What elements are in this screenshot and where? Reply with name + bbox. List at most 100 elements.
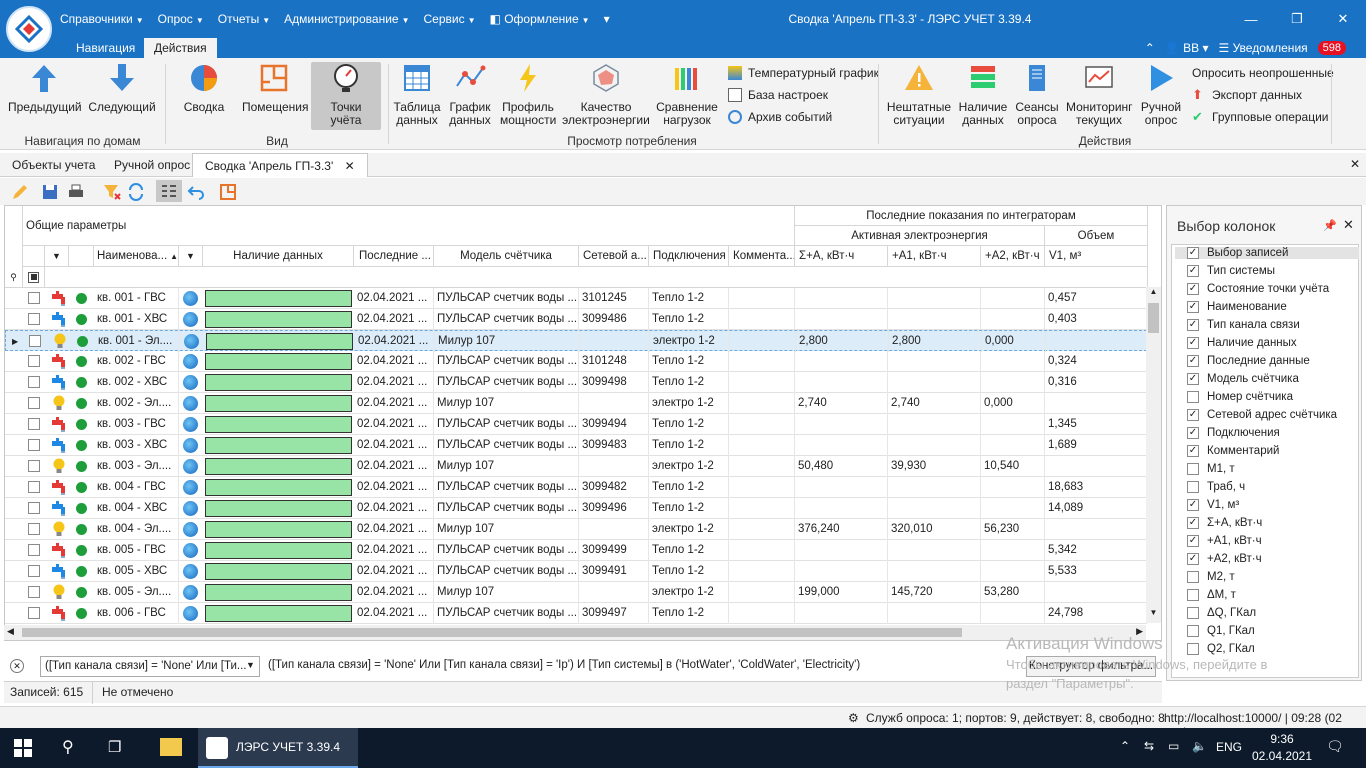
row-checkbox[interactable] [28,502,40,514]
column-checkbox[interactable] [1187,607,1199,619]
row-checkbox[interactable] [28,565,40,577]
menu-poll[interactable]: Опрос ▼ [158,12,204,26]
table-row[interactable]: кв. 006 - ГВС 02.04.2021 ... ПУЛЬСАР счетч… [5,603,1147,624]
availability-button[interactable]: Наличие данных [956,62,1010,127]
col-comment-header[interactable]: Коммента... [729,246,795,267]
row-checkbox[interactable] [28,481,40,493]
column-checkbox[interactable]: ✓ [1187,445,1199,457]
network-icon[interactable]: ▭ [1168,739,1179,753]
column-checkbox[interactable] [1187,391,1199,403]
edit-icon[interactable] [10,182,30,202]
windows-start-icon[interactable] [14,739,32,757]
dropdown-arrow-icon[interactable]: ▼ [246,660,255,670]
power-profile-button[interactable]: Профиль мощности [500,62,556,127]
column-option[interactable]: ✓ Тип канала связи [1187,319,1300,331]
column-checkbox[interactable]: ✓ [1187,265,1199,277]
column-option[interactable]: M1, т [1187,463,1235,475]
column-checkbox[interactable]: ✓ [1187,373,1199,385]
points-button[interactable]: Точки учёта [311,62,381,130]
table-row[interactable]: кв. 003 - ХВС 02.04.2021 ... ПУЛЬСАР счетч… [5,435,1147,456]
column-checkbox[interactable]: ✓ [1187,427,1199,439]
col-last-header[interactable]: Последние ... [354,246,434,267]
app-logo-icon[interactable] [6,6,52,52]
undo-icon[interactable] [186,182,206,202]
column-checkbox[interactable]: ✓ [1187,283,1199,295]
data-chart-button[interactable]: График данных [446,62,494,127]
column-checkbox[interactable] [1187,571,1199,583]
table-row[interactable]: кв. 001 - ГВС 02.04.2021 ... ПУЛЬСАР счетч… [5,288,1147,309]
row-checkbox[interactable] [28,586,40,598]
column-checkbox[interactable]: ✓ [1187,337,1199,349]
clock-time[interactable]: 9:36 [1252,732,1312,746]
col-select-header[interactable] [23,246,45,267]
column-option[interactable]: ✓ Последние данные [1187,355,1310,367]
volume-icon[interactable]: 🔈 [1192,739,1207,753]
tab-manual-poll[interactable]: Ручной опрос [102,153,202,177]
table-row[interactable]: кв. 004 - ХВС 02.04.2021 ... ПУЛЬСАР счетч… [5,498,1147,519]
collapse-ribbon-icon[interactable]: ⌃ [1145,41,1155,55]
row-checkbox[interactable] [28,523,40,535]
table-row[interactable]: кв. 004 - Эл.... 02.04.2021 ... Милур 107 э… [5,519,1147,540]
col-name-header[interactable]: Наименова... ▲ [94,246,179,267]
column-option[interactable]: ✓ Тип системы [1187,265,1275,277]
column-checkbox[interactable]: ✓ [1187,247,1199,259]
floorplan-small-icon[interactable] [218,182,238,202]
monitoring-button[interactable]: Мониторинг текущих [1066,62,1133,127]
column-option[interactable]: M2, т [1187,571,1235,583]
column-checkbox[interactable]: ✓ [1187,301,1199,313]
horizontal-scrollbar[interactable]: ◀ ▶ [4,625,1146,640]
col-a1-header[interactable]: +A1, кВт·ч [888,246,981,267]
row-checkbox[interactable] [28,460,40,472]
file-explorer-icon[interactable] [160,738,182,756]
user-menu[interactable]: 👤 ВВ ▾ [1165,41,1209,55]
column-checkbox[interactable]: ✓ [1187,553,1199,565]
table-row[interactable]: кв. 005 - Эл.... 02.04.2021 ... Милур 107 э… [5,582,1147,603]
column-option[interactable]: ✓ Наличие данных [1187,337,1297,349]
column-checkbox[interactable] [1187,463,1199,475]
column-checkbox[interactable] [1187,589,1199,601]
save-icon[interactable] [40,182,60,202]
column-option[interactable]: Траб, ч [1187,481,1245,493]
table-row[interactable]: кв. 004 - ГВС 02.04.2021 ... ПУЛЬСАР счетч… [5,477,1147,498]
table-row[interactable]: кв. 002 - ХВС 02.04.2021 ... ПУЛЬСАР счетч… [5,372,1147,393]
col-net-header[interactable]: Сетевой а... [579,246,649,267]
sessions-button[interactable]: Сеансы опроса [1014,62,1060,127]
taskbar-app-button[interactable]: ЛЭРС УЧЕТ 3.39.4 [198,728,358,768]
auto-filter-row[interactable] [45,267,1148,288]
teamviewer-icon[interactable]: ⇆ [1144,739,1154,753]
temp-graph-button[interactable]: Температурный график [728,66,879,80]
clear-filter-icon[interactable] [102,182,122,202]
filter-icon[interactable]: ▼ [186,251,195,261]
row-checkbox[interactable] [28,355,40,367]
settings-db-button[interactable]: База настроек [728,88,828,102]
column-option[interactable]: ΔM, т [1187,589,1236,601]
close-all-icon[interactable]: ✕ [1350,157,1360,171]
menu-service[interactable]: Сервис ▼ [424,12,476,26]
row-checkbox[interactable] [28,544,40,556]
events-button[interactable]: Архив событий [728,110,832,124]
next-button[interactable]: Следующий [86,62,158,114]
tab-objects[interactable]: Объекты учета [0,153,107,177]
table-row[interactable]: кв. 005 - ХВС 02.04.2021 ... ПУЛЬСАР счетч… [5,561,1147,582]
group-ops-button[interactable]: ✔ Групповые операции [1192,110,1329,125]
column-option[interactable]: ✓ Комментарий [1187,445,1279,457]
row-checkbox[interactable] [29,335,41,347]
menu-references[interactable]: Справочники ▼ [60,12,144,26]
incidents-button[interactable]: Нештатные ситуации [886,62,952,127]
summary-button[interactable]: Сводка [174,62,234,114]
tab-navigation[interactable]: Навигация [66,38,145,58]
column-checkbox[interactable]: ✓ [1187,319,1199,331]
export-button[interactable]: ⬆ Экспорт данных [1192,88,1302,103]
table-row[interactable]: ▶ кв. 001 - Эл.... 02.04.2021 ... Милур 107… [5,330,1148,352]
column-option[interactable]: ✓ Состояние точки учёта [1187,283,1329,295]
column-checkbox[interactable]: ✓ [1187,499,1199,511]
rooms-button[interactable]: Помещения [242,62,308,114]
row-checkbox[interactable] [28,376,40,388]
pin-icon[interactable]: 📌 [1323,219,1337,232]
col-data-header[interactable]: Наличие данных [203,246,354,267]
col-channel-header[interactable]: ▼ [179,246,203,267]
quick-access-icon[interactable]: ▾ [604,12,610,26]
filter-icon[interactable]: ▼ [52,251,61,261]
poll-unpolled-button[interactable]: Опросить неопрошенные [1192,66,1334,80]
row-checkbox[interactable] [28,418,40,430]
